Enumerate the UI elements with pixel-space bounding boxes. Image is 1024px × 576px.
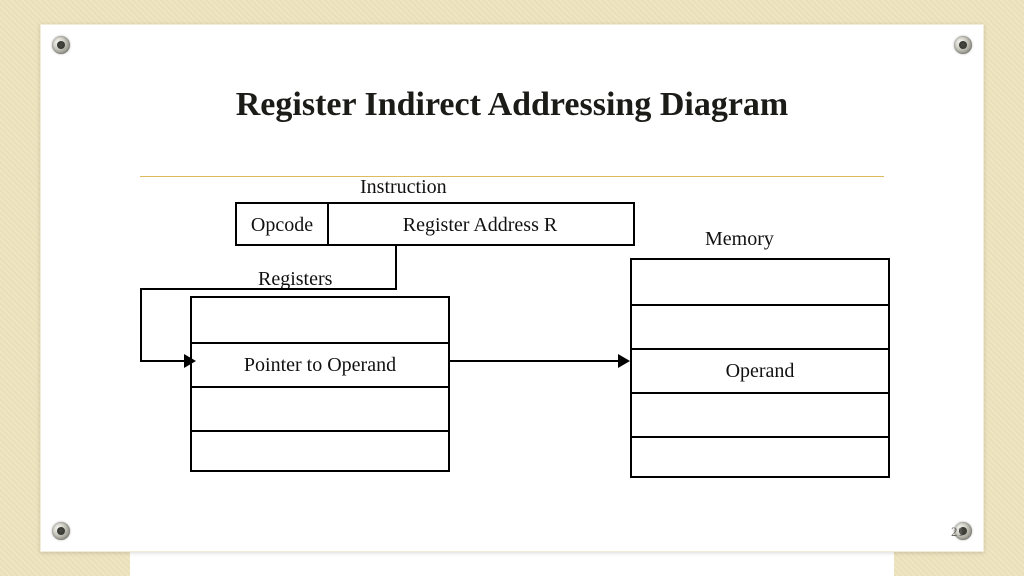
instruction-box: Opcode Register Address R [235, 202, 635, 246]
arrowhead-icon [184, 354, 196, 368]
registers-row-divider [192, 430, 448, 432]
registers-row-divider [192, 342, 448, 344]
operand-cell: Operand [632, 360, 888, 383]
memory-box: Operand [630, 258, 890, 478]
pointer-to-operand-cell: Pointer to Operand [192, 354, 448, 377]
memory-label: Memory [705, 228, 774, 251]
eyelet-icon [954, 36, 972, 54]
registers-box: Pointer to Operand [190, 296, 450, 472]
slide-title: Register Indirect Addressing Diagram [40, 86, 984, 124]
memory-row-divider [632, 348, 888, 350]
register-address-cell: Register Address R [327, 214, 633, 237]
eyelet-icon [52, 522, 70, 540]
slide-paper: Register Indirect Addressing Diagram Ins… [40, 24, 984, 552]
eyelet-icon [52, 36, 70, 54]
connector-line [140, 288, 142, 362]
memory-row-divider [632, 436, 888, 438]
slide-background: Register Indirect Addressing Diagram Ins… [0, 0, 1024, 576]
title-divider [140, 176, 884, 177]
connector-line [140, 360, 190, 362]
registers-row-divider [192, 386, 448, 388]
instruction-label: Instruction [360, 176, 447, 199]
page-number: 21 [951, 524, 964, 540]
memory-row-divider [632, 392, 888, 394]
connector-line [395, 246, 397, 290]
connector-line [140, 288, 397, 290]
arrowhead-icon [618, 354, 630, 368]
connector-line [450, 360, 624, 362]
memory-row-divider [632, 304, 888, 306]
diagram-overflow-strip [130, 550, 894, 576]
opcode-cell: Opcode [237, 214, 327, 237]
